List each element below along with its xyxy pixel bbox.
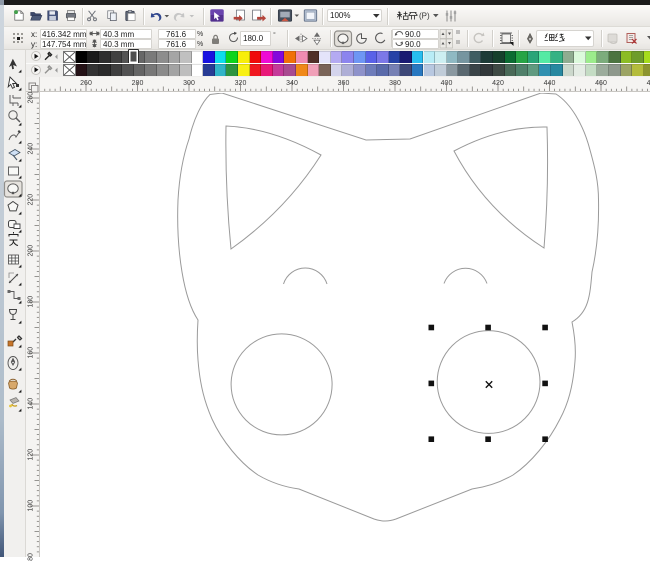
svg-text:(P): (P) xyxy=(419,12,430,21)
